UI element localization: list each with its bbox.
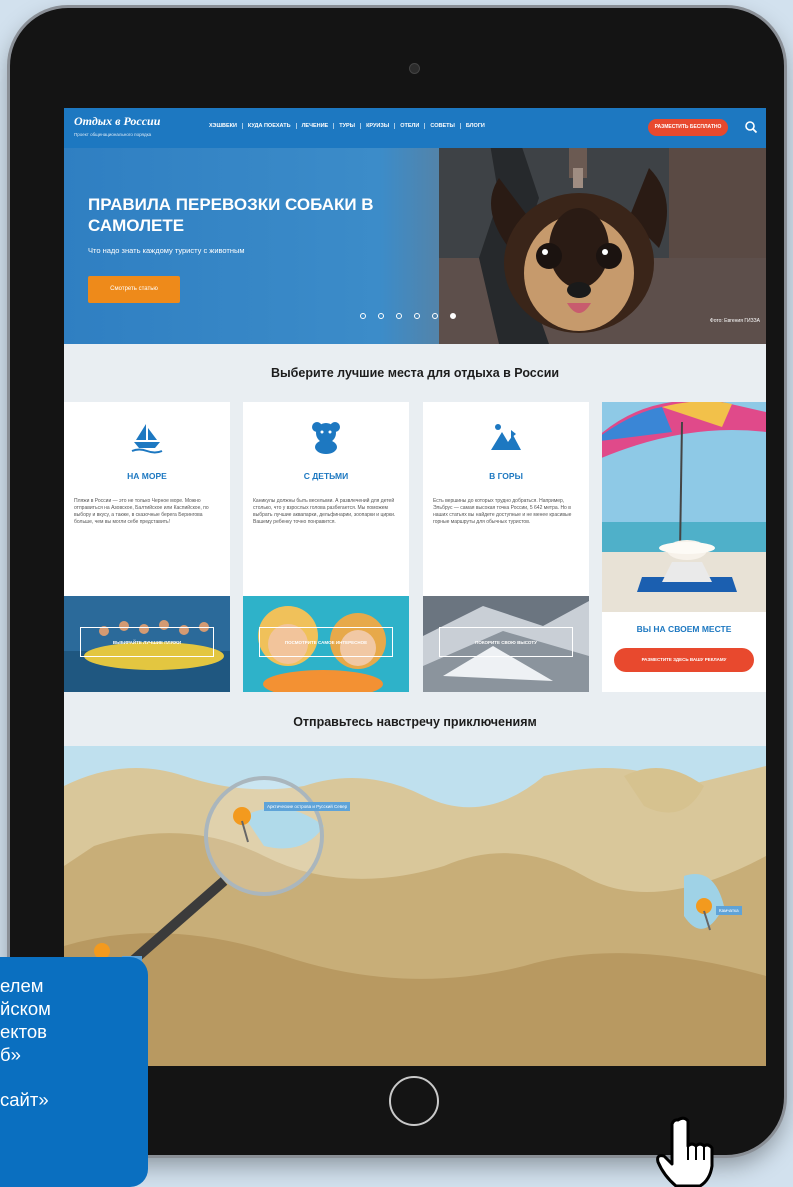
callout-line: сайт» bbox=[0, 1089, 49, 1110]
menu-item-blogs[interactable]: БЛОГИ bbox=[461, 123, 490, 129]
slider-dot[interactable] bbox=[378, 313, 384, 319]
see-interesting-button[interactable]: ПОСМОТРИТЕ САМОЕ ИНТЕРЕСНОЕ bbox=[259, 627, 393, 657]
beach-umbrella-photo bbox=[602, 402, 766, 612]
card-title-mountains[interactable]: В ГОРЫ bbox=[423, 471, 589, 481]
callout-line: елем bbox=[0, 975, 44, 996]
website-screen: Отдых в России Проект общенационального … bbox=[64, 108, 766, 1066]
card-sea: НА МОРЕ Пляжи в России — это не только Ч… bbox=[64, 402, 230, 692]
place-ad-button[interactable]: РАЗМЕСТИТЬ БЕСПЛАТНО bbox=[648, 119, 728, 136]
slider-dot[interactable] bbox=[360, 313, 366, 319]
home-button[interactable] bbox=[389, 1076, 439, 1126]
kids-photo: ПОСМОТРИТЕ САМОЕ ИНТЕРЕСНОЕ bbox=[243, 596, 409, 692]
photo-credit: Фото: Евгения ГИЗЗА bbox=[709, 318, 760, 324]
info-callout: елем йском ектов б» сайт» bbox=[0, 957, 148, 1187]
menu-item-tours[interactable]: ТУРЫ bbox=[334, 123, 362, 129]
main-menu: ХЭШВЕКИ КУДА ПОЕХАТЬ ЛЕЧЕНИЕ ТУРЫ КРУИЗЫ… bbox=[204, 123, 490, 129]
slider-dot[interactable] bbox=[396, 313, 402, 319]
conquer-height-button[interactable]: ПОКОРИТЕ СВОЮ ВЫСОТУ bbox=[439, 627, 573, 657]
menu-item-treatment[interactable]: ЛЕЧЕНИЕ bbox=[297, 123, 335, 129]
slider-dot-active[interactable] bbox=[450, 313, 456, 319]
place-ad-here-button[interactable]: РАЗМЕСТИТЕ ЗДЕСЬ ВАШУ РЕКЛАМУ bbox=[614, 648, 754, 672]
menu-item-where-to-go[interactable]: КУДА ПОЕХАТЬ bbox=[243, 123, 297, 129]
adventures-section-title: Отправьтесь навстречу приключениям bbox=[293, 715, 537, 729]
map-label-kamchatka[interactable]: Камчатка bbox=[716, 906, 742, 915]
callout-line: йском bbox=[0, 998, 51, 1019]
card-title-sea[interactable]: НА МОРЕ bbox=[64, 471, 230, 481]
camera-icon bbox=[409, 63, 420, 74]
card-text-sea: Пляжи в России — это не только Черное мо… bbox=[74, 498, 209, 525]
card-mountains: В ГОРЫ Есть вершины до которых трудно до… bbox=[423, 402, 589, 692]
promo-card: ВЫ НА СВОЕМ МЕСТЕ РАЗМЕСТИТЕ ЗДЕСЬ ВАШУ … bbox=[602, 402, 766, 692]
hero-title[interactable]: ПРАВИЛА ПЕРЕВОЗКИ СОБАКИ В САМОЛЕТЕ bbox=[88, 194, 408, 236]
menu-item-hashtags[interactable]: ХЭШВЕКИ bbox=[204, 123, 243, 129]
card-text-kids: Каникулы должны быть веселыми. А развлеч… bbox=[253, 498, 396, 525]
card-text-mountains: Есть вершины до которых трудно добраться… bbox=[433, 498, 572, 525]
promo-title: ВЫ НА СВОЕМ МЕСТЕ bbox=[636, 624, 732, 634]
hero-subtitle: Что надо знать каждому туристу с животны… bbox=[88, 246, 245, 255]
search-icon[interactable] bbox=[744, 120, 758, 134]
dog-photo bbox=[439, 148, 766, 344]
mountains-photo: ПОКОРИТЕ СВОЮ ВЫСОТУ bbox=[423, 596, 589, 692]
map-label-north[interactable]: Арктические острова и Русский Север bbox=[264, 802, 351, 811]
teddy-bear-icon bbox=[312, 422, 340, 454]
menu-item-hotels[interactable]: ОТЕЛИ bbox=[395, 123, 426, 129]
site-logo-subtitle: Проект общенационального порядка bbox=[74, 132, 152, 137]
callout-line: ектов bbox=[0, 1021, 47, 1042]
card-kids: С ДЕТЬМИ Каникулы должны быть веселыми. … bbox=[243, 402, 409, 692]
sea-photo: ВЫБИРАЙТЕ ЛУЧШИЕ ПЛЯЖИ bbox=[64, 596, 230, 692]
boat-icon bbox=[131, 424, 163, 454]
best-beaches-button[interactable]: ВЫБИРАЙТЕ ЛУЧШИЕ ПЛЯЖИ bbox=[80, 627, 214, 657]
slider-dot[interactable] bbox=[432, 313, 438, 319]
mountain-icon bbox=[491, 424, 521, 450]
top-navigation: Отдых в России Проект общенационального … bbox=[64, 108, 766, 148]
callout-line: б» bbox=[0, 1044, 21, 1065]
slider-dots bbox=[360, 313, 456, 319]
slider-dot[interactable] bbox=[414, 313, 420, 319]
menu-item-tips[interactable]: СОВЕТЫ bbox=[425, 123, 461, 129]
read-article-button[interactable]: Смотреть статью bbox=[88, 276, 180, 303]
card-title-kids[interactable]: С ДЕТЬМИ bbox=[243, 471, 409, 481]
places-section-title: Выберите лучшие места для отдыха в Росси… bbox=[270, 366, 560, 380]
site-logo[interactable]: Отдых в России bbox=[74, 114, 160, 129]
menu-item-cruises[interactable]: КРУИЗЫ bbox=[361, 123, 396, 129]
pointer-hand-icon bbox=[656, 1116, 714, 1187]
hero-slider[interactable]: ПРАВИЛА ПЕРЕВОЗКИ СОБАКИ В САМОЛЕТЕ Что … bbox=[64, 148, 766, 344]
russia-map[interactable]: Арктические острова и Русский Север Камч… bbox=[64, 746, 766, 1066]
